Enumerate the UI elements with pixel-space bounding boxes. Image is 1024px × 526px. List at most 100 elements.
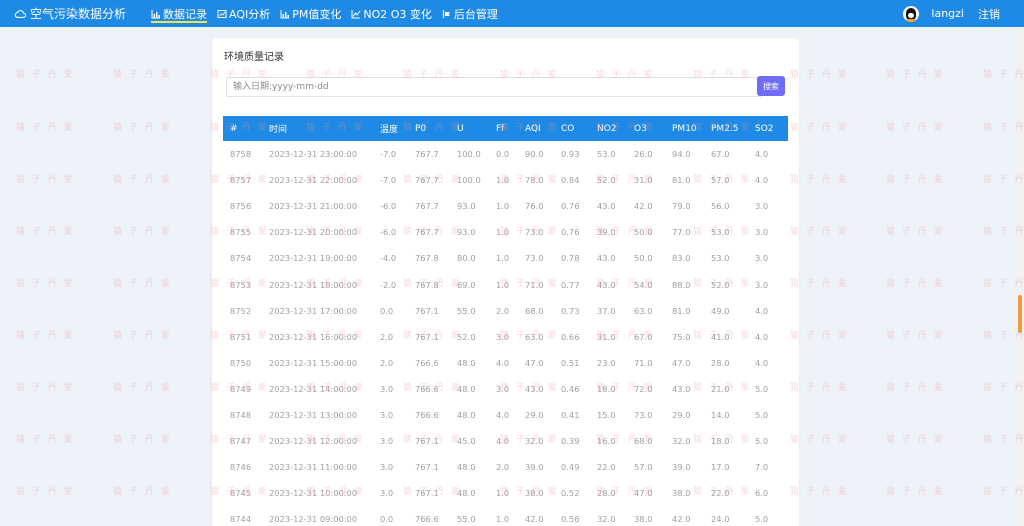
main-nav: 数据记录 AQI分析 PM值变化 NO2 O3 变化 后台管理 bbox=[151, 0, 508, 27]
column-header: NO2 bbox=[597, 123, 617, 134]
table-cell: -4.0 bbox=[380, 253, 397, 264]
table-cell: 38.0 bbox=[525, 488, 544, 499]
table-cell: 4.0 bbox=[755, 305, 769, 316]
table-cell: 48.0 bbox=[457, 409, 476, 420]
table-cell: 49.0 bbox=[711, 305, 730, 316]
table-cell: 1.0 bbox=[496, 253, 510, 264]
table-cell: 81.0 bbox=[672, 175, 691, 186]
table-cell: 47.0 bbox=[634, 488, 653, 499]
table-cell: 2023-12-31 20:00:00 bbox=[269, 227, 358, 238]
table-row: 8748 2023-12-31 13:00:00 3.0 766.6 48.0 4.0 29… bbox=[223, 402, 788, 428]
table-cell: 55.0 bbox=[457, 514, 476, 525]
nav-label: NO2 O3 变化 bbox=[363, 7, 432, 21]
bar-chart-icon bbox=[280, 9, 290, 18]
table-cell: 8748 bbox=[230, 409, 252, 420]
table-cell: 26.0 bbox=[634, 149, 653, 160]
watermark-text: 猿 子 丹 爱 bbox=[16, 487, 75, 497]
table-cell: 21.0 bbox=[711, 383, 730, 394]
table-cell: 56.0 bbox=[711, 201, 730, 212]
table-row: 8746 2023-12-31 11:00:00 3.0 767.1 48.0 2.0 39… bbox=[223, 454, 788, 480]
username[interactable]: langzi bbox=[931, 7, 964, 20]
nav-item-aqi-analysis[interactable]: AQI分析 bbox=[217, 0, 270, 27]
table-cell: 8746 bbox=[230, 462, 252, 473]
table-cell: 1.0 bbox=[496, 175, 510, 186]
table-cell: 5.0 bbox=[755, 514, 769, 525]
nav-label: 后台管理 bbox=[453, 7, 498, 21]
table-cell: 6.0 bbox=[755, 488, 769, 499]
table-cell: 52.0 bbox=[711, 279, 730, 290]
table-cell: 24.0 bbox=[711, 514, 730, 525]
nav-item-no2-o3-change[interactable]: NO2 O3 变化 bbox=[351, 0, 432, 27]
table-row: 8757 2023-12-31 22:00:00 -7.0 767.7 100.0 1.0… bbox=[223, 167, 788, 193]
table-cell: 3.0 bbox=[380, 409, 394, 420]
column-header: # bbox=[230, 123, 238, 134]
table-cell: 23.0 bbox=[597, 357, 616, 368]
table-cell: 0.66 bbox=[561, 331, 580, 342]
table-cell: 17.0 bbox=[711, 462, 730, 473]
table-cell: 4.0 bbox=[755, 357, 769, 368]
watermark-text: 猿 子 丹 爱 bbox=[16, 279, 75, 289]
table-cell: 3.0 bbox=[496, 331, 510, 342]
date-search-input[interactable] bbox=[226, 77, 762, 97]
top-navbar: 空气污染数据分析 数据记录 AQI分析 PM值变化 NO2 O3 变化 后台管理… bbox=[0, 0, 1024, 27]
search-button[interactable]: 搜索 bbox=[757, 76, 785, 96]
table-cell: 52.0 bbox=[457, 331, 476, 342]
table-cell: 2023-12-31 09:00:00 bbox=[269, 514, 358, 525]
column-header: CO bbox=[561, 123, 575, 134]
nav-item-data-records[interactable]: 数据记录 bbox=[151, 0, 208, 27]
table-cell: 42.0 bbox=[672, 514, 691, 525]
column-header: PM2.5 bbox=[711, 123, 739, 134]
nav-item-admin[interactable]: 后台管理 bbox=[442, 0, 498, 27]
nav-label: PM值变化 bbox=[292, 7, 342, 21]
table-cell: 52.0 bbox=[597, 175, 616, 186]
table-cell: 767.8 bbox=[415, 253, 439, 264]
table-cell: 71.0 bbox=[634, 357, 653, 368]
table-cell: 0.73 bbox=[561, 305, 580, 316]
table-row: 8754 2023-12-31 19:00:00 -4.0 767.8 80.0 1.0 7… bbox=[223, 245, 788, 271]
table-cell: 8745 bbox=[230, 488, 252, 499]
qq-penguin-icon[interactable] bbox=[903, 5, 920, 22]
line-chart-icon bbox=[351, 9, 361, 18]
nav-label: AQI分析 bbox=[229, 7, 271, 21]
page-scrollbar[interactable] bbox=[1016, 27, 1024, 526]
watermark-text: 猿 子 丹 爱 bbox=[113, 70, 172, 80]
table-cell: 766.6 bbox=[415, 357, 439, 368]
table-cell: 3.0 bbox=[496, 383, 510, 394]
scrollbar-thumb[interactable] bbox=[1018, 295, 1022, 333]
watermark-text: 猿 子 丹 爱 bbox=[886, 227, 945, 237]
table-cell: 4.0 bbox=[755, 149, 769, 160]
table-cell: 43.0 bbox=[672, 383, 691, 394]
table-cell: 73.0 bbox=[525, 227, 544, 238]
table-cell: 2023-12-31 15:00:00 bbox=[269, 357, 358, 368]
table-cell: 93.0 bbox=[457, 227, 476, 238]
watermark-text: 猿 子 丹 爱 bbox=[16, 383, 75, 393]
watermark-text: 猿 子 丹 爱 bbox=[886, 383, 945, 393]
table-row: 8747 2023-12-31 12:00:00 3.0 767.1 45.0 4.0 32… bbox=[223, 428, 788, 454]
table-cell: 8753 bbox=[230, 279, 252, 290]
table-cell: 2023-12-31 12:00:00 bbox=[269, 436, 358, 447]
table-cell: 31.0 bbox=[597, 331, 616, 342]
brand[interactable]: 空气污染数据分析 bbox=[14, 5, 126, 22]
table-cell: 37.0 bbox=[597, 305, 616, 316]
nav-item-pm-change[interactable]: PM值变化 bbox=[280, 0, 341, 27]
table-row: 8750 2023-12-31 15:00:00 2.0 766.6 48.0 4.0 47… bbox=[223, 350, 788, 376]
table-cell: 3.0 bbox=[380, 436, 394, 447]
table-cell: 16.0 bbox=[597, 436, 616, 447]
watermark-text: 猿 子 丹 爱 bbox=[16, 175, 75, 185]
table-cell: 3.0 bbox=[755, 279, 769, 290]
watermark-text: 猿 子 丹 爱 bbox=[113, 279, 172, 289]
logout-link[interactable]: 注销 bbox=[978, 6, 1000, 22]
watermark-text: 猿 子 丹 爱 bbox=[16, 123, 75, 133]
table-cell: 94.0 bbox=[672, 149, 691, 160]
table-cell: 81.0 bbox=[672, 305, 691, 316]
table-cell: 767.8 bbox=[415, 279, 439, 290]
watermark-text: 猿 子 丹 爱 bbox=[886, 331, 945, 341]
watermark-text: 猿 子 丹 爱 bbox=[886, 487, 945, 497]
table-cell: 2.0 bbox=[496, 305, 510, 316]
watermark-text: 猿 子 丹 爱 bbox=[113, 331, 172, 341]
table-cell: 54.0 bbox=[634, 279, 653, 290]
table-cell: 50.0 bbox=[634, 253, 653, 264]
watermark-text: 猿 子 丹 爱 bbox=[16, 227, 75, 237]
table-cell: 2.0 bbox=[380, 331, 394, 342]
table-cell: 5.0 bbox=[755, 409, 769, 420]
